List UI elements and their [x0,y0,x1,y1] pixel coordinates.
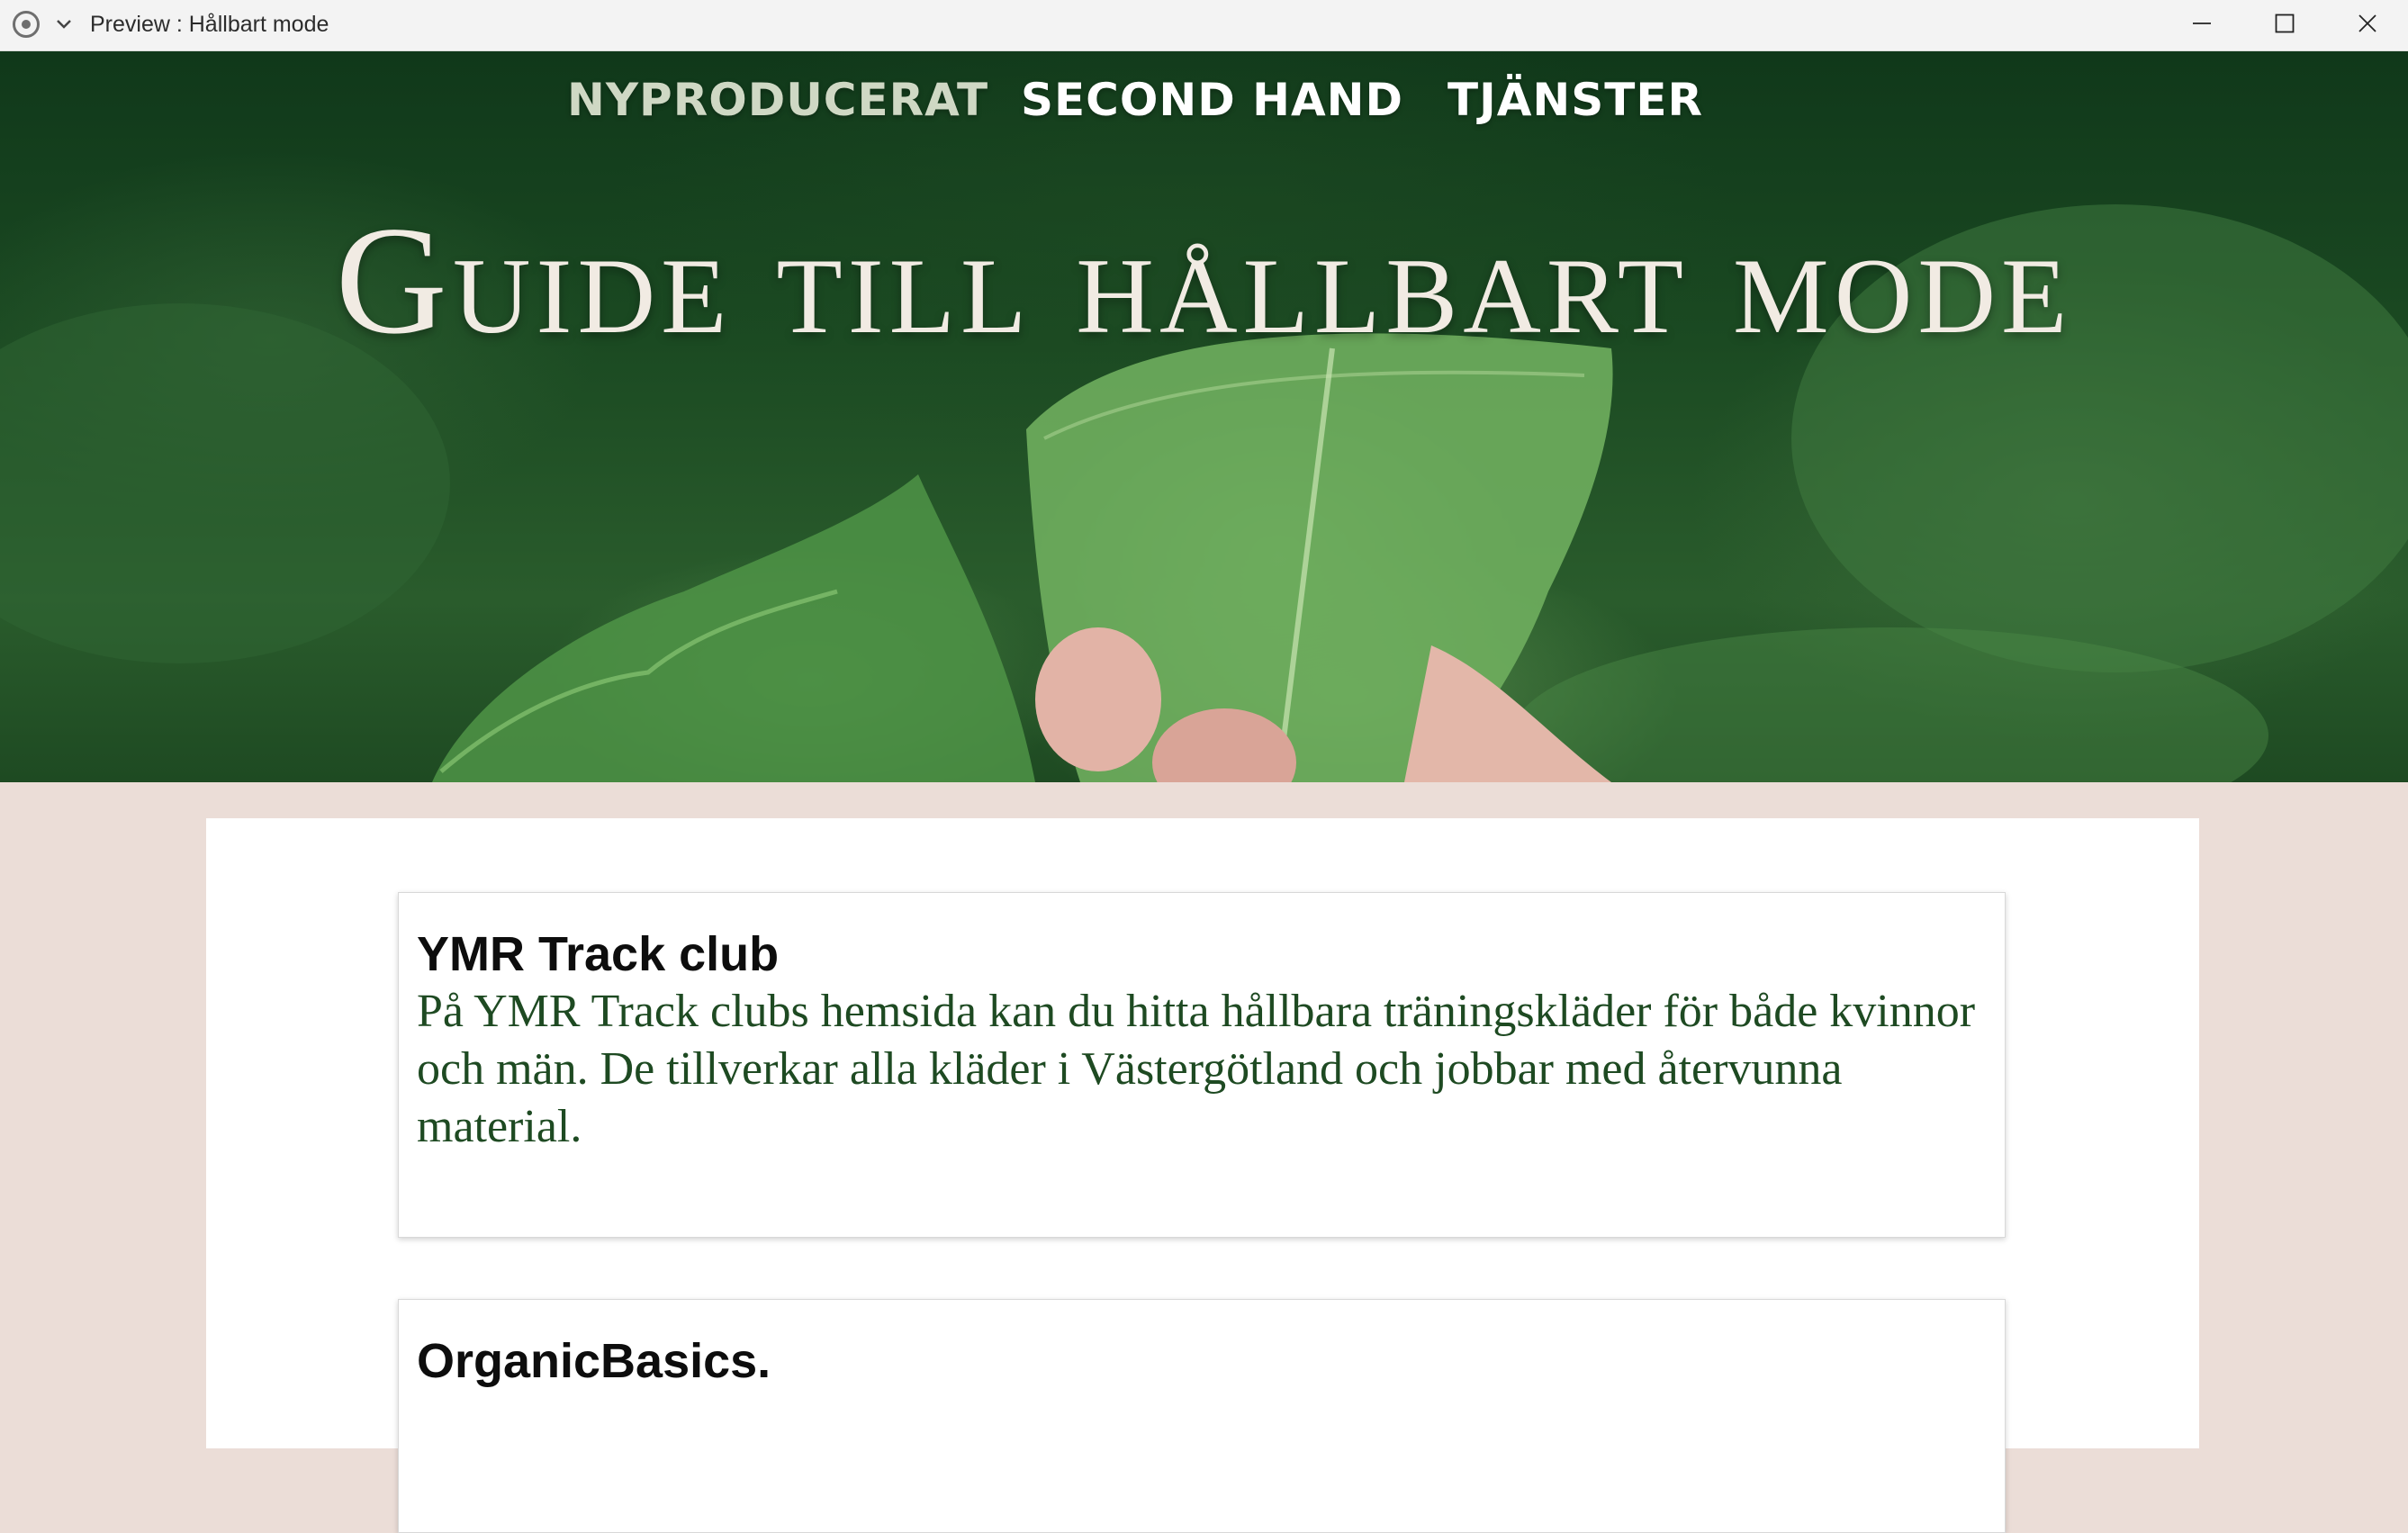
window-title: Preview : Hållbart mode [90,12,329,37]
leaf-image [0,204,2408,782]
minimize-icon [2193,23,2211,24]
record-icon[interactable] [13,11,40,38]
minimize-button[interactable] [2161,0,2242,47]
content-panel: YMR Track club På YMR Track clubs hemsid… [206,818,2199,1533]
main-nav: NYPRODUCERAT SECOND HAND TJÄNSTER [0,68,2408,132]
close-button[interactable] [2327,0,2408,47]
maximize-button[interactable] [2244,0,2325,47]
store-card: OrganicBasics. [398,1299,2006,1533]
window-titlebar: Preview : Hållbart mode [0,0,2408,51]
nav-item-tjanster[interactable]: TJÄNSTER [1448,68,1703,132]
maximize-icon [2275,14,2295,33]
nav-item-second-hand[interactable]: SECOND HAND [1021,68,1403,132]
store-card: YMR Track club På YMR Track clubs hemsid… [398,892,2006,1238]
page-title: Guide till hållbart mode [335,195,2073,366]
hero-banner: NYPRODUCERAT SECOND HAND TJÄNSTER Guide … [0,51,2408,782]
card-title: OrganicBasics. [417,1334,771,1388]
card-title: YMR Track club [417,927,780,981]
card-description: På YMR Track clubs hemsida kan du hitta … [417,986,1976,1152]
nav-item-nyproducerat[interactable]: NYPRODUCERAT [567,68,988,132]
chevron-down-icon[interactable] [52,13,76,36]
close-icon [2358,14,2376,32]
